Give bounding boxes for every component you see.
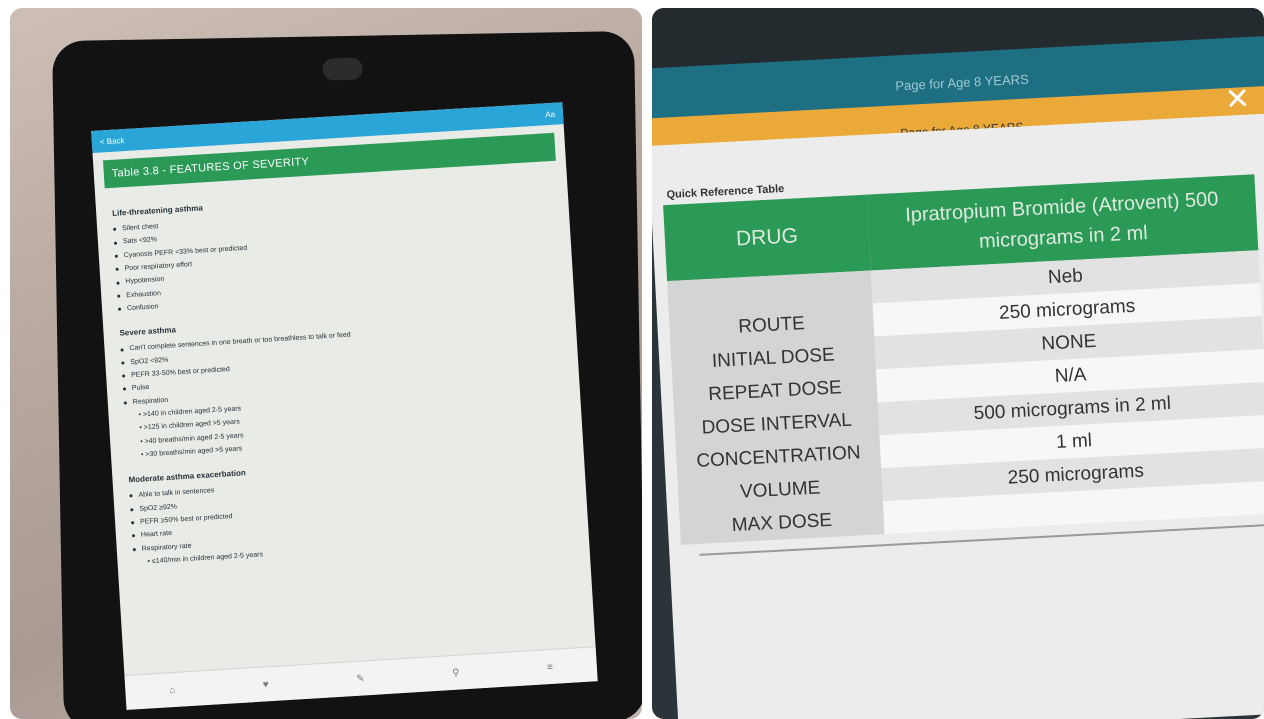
tablet-screen: < Back Aa Table 3.8 - FEATURES OF SEVERI… bbox=[91, 102, 598, 710]
drug-header: DRUG bbox=[663, 194, 871, 282]
tab-search-icon[interactable]: ⚲ bbox=[452, 667, 460, 678]
bullet-icon bbox=[113, 241, 118, 245]
bullet-icon bbox=[115, 267, 119, 272]
left-photo: < Back Aa Table 3.8 - FEATURES OF SEVERI… bbox=[10, 8, 642, 719]
bullet-icon bbox=[122, 387, 127, 392]
severity-document: Life-threatening asthma Silent chest Sats … bbox=[95, 160, 590, 578]
bullet-icon bbox=[121, 361, 125, 365]
bullet-icon bbox=[129, 494, 133, 498]
tablet-camera bbox=[322, 57, 363, 81]
bullet-text: Pulse bbox=[131, 384, 150, 393]
right-photo: Page for Age 8 YEARS Page for Age 8 YEAR… bbox=[652, 8, 1264, 719]
bullet-icon bbox=[116, 281, 120, 285]
bullet-icon bbox=[113, 228, 117, 232]
bullet-icon bbox=[131, 534, 136, 538]
tab-notes-icon[interactable]: ✎ bbox=[356, 673, 365, 684]
table-caption: Quick Reference Table bbox=[666, 182, 785, 202]
bullet-icon bbox=[131, 521, 135, 525]
quick-reference-table: DRUG Ipratropium Bromide (Atrovent) 500 … bbox=[663, 174, 1264, 545]
bullet-icon bbox=[117, 294, 121, 298]
close-icon[interactable]: ✕ bbox=[1224, 81, 1251, 117]
bullet-icon bbox=[123, 401, 127, 405]
bullet-icon bbox=[118, 307, 122, 311]
tab-favourites-icon[interactable]: ♥ bbox=[263, 679, 270, 690]
tablet: < Back Aa Table 3.8 - FEATURES OF SEVERI… bbox=[52, 30, 642, 719]
reference-sheet: Quick Reference Table DRUG Ipratropium B… bbox=[652, 112, 1264, 719]
bullet-icon bbox=[122, 374, 126, 378]
bullet-icon bbox=[120, 348, 124, 352]
bullet-icon bbox=[130, 507, 134, 512]
bullet-icon bbox=[132, 547, 136, 551]
tab-menu-icon[interactable]: ≡ bbox=[547, 661, 554, 672]
bullet-text: Confusion bbox=[126, 303, 159, 313]
bullet-icon bbox=[114, 254, 118, 258]
back-button[interactable]: < Back bbox=[100, 136, 125, 146]
app-tab-bar: ⌂ ♥ ✎ ⚲ ≡ bbox=[124, 646, 598, 710]
tab-home-icon[interactable]: ⌂ bbox=[169, 684, 176, 695]
text-size-button[interactable]: Aa bbox=[545, 109, 555, 119]
